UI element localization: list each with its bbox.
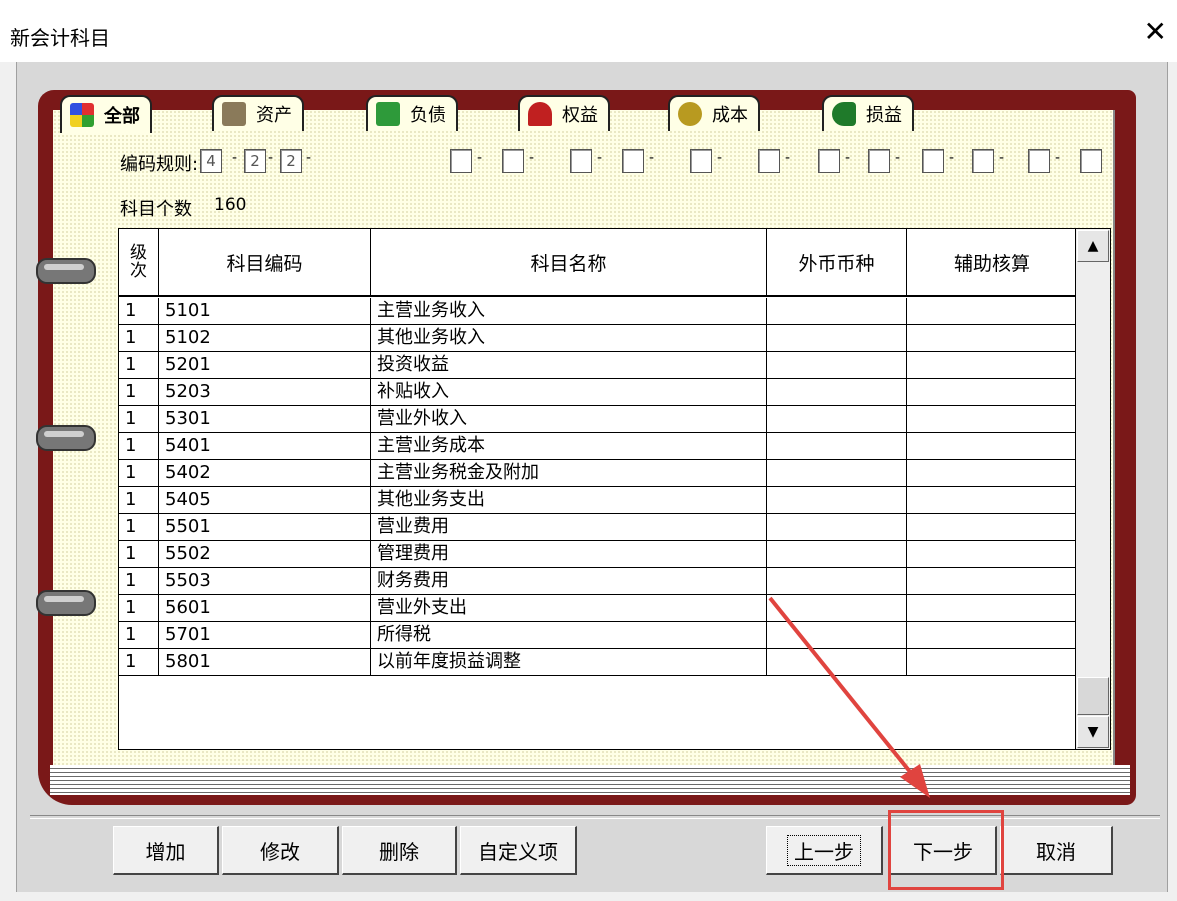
annotation-arrow-icon bbox=[768, 596, 930, 798]
